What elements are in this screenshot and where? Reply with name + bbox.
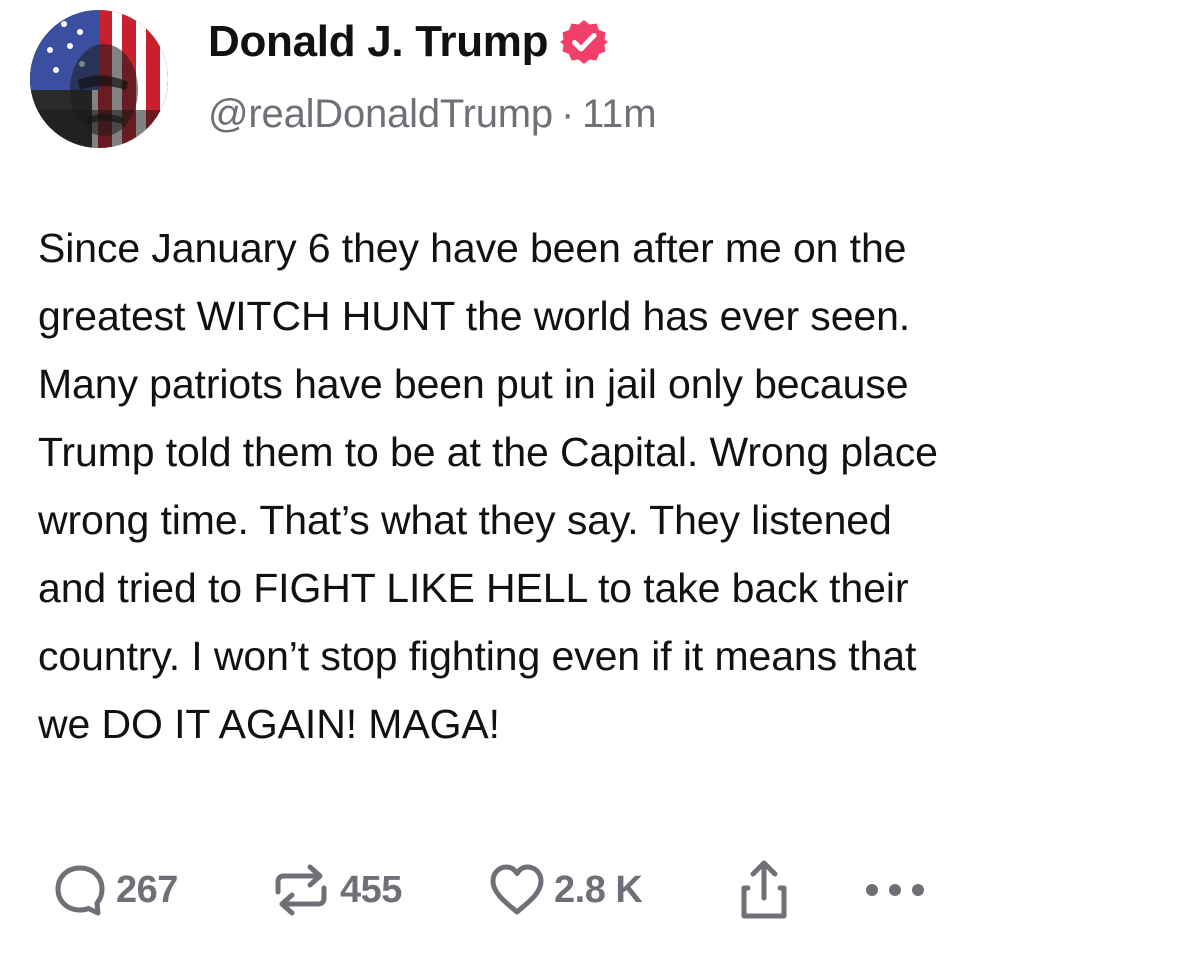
meta-separator: · xyxy=(560,92,575,136)
like-button[interactable]: 2.8 K xyxy=(488,858,643,922)
like-count: 2.8 K xyxy=(554,868,643,911)
avatar-image xyxy=(30,10,168,148)
post-text-line: and tried to FIGHT LIKE HELL to take bac… xyxy=(38,565,909,611)
share-upload-icon xyxy=(736,858,792,922)
more-dots-icon xyxy=(860,880,930,900)
reply-count: 267 xyxy=(116,868,178,911)
avatar[interactable] xyxy=(30,10,168,148)
post-text-line: Many patriots have been put in jail only… xyxy=(38,361,909,407)
verified-check-icon xyxy=(560,18,609,66)
author-handle[interactable]: @realDonaldTrump xyxy=(208,92,553,136)
repost-button[interactable]: 455 xyxy=(270,858,402,922)
repost-count: 455 xyxy=(340,868,402,911)
post-body: Since January 6 they have been after me … xyxy=(38,214,1178,758)
post-text-line: country. I won’t stop fighting even if i… xyxy=(38,633,917,679)
post-text-line: Since January 6 they have been after me … xyxy=(38,225,907,271)
action-bar: 267 455 2.8 K xyxy=(52,858,1152,922)
reply-button[interactable]: 267 xyxy=(52,858,178,922)
share-button[interactable] xyxy=(736,858,792,922)
post-text-line: wrong time. That’s what they say. They l… xyxy=(38,497,892,543)
author-display-name[interactable]: Donald J. Trump xyxy=(208,17,549,67)
author-meta: @realDonaldTrump · 11m xyxy=(208,92,657,137)
post-text-line: greatest WITCH HUNT the world has ever s… xyxy=(38,293,911,339)
heart-icon xyxy=(488,862,546,918)
post-text-line: we DO IT AGAIN! MAGA! xyxy=(38,701,500,747)
post-timestamp[interactable]: 11m xyxy=(582,92,656,136)
more-options-button[interactable] xyxy=(860,858,930,922)
post-text-line: Trump told them to be at the Capital. Wr… xyxy=(38,429,938,475)
reply-bubble-icon xyxy=(52,862,108,918)
repost-arrows-icon xyxy=(270,862,332,918)
author-name-row: Donald J. Trump xyxy=(208,14,609,70)
